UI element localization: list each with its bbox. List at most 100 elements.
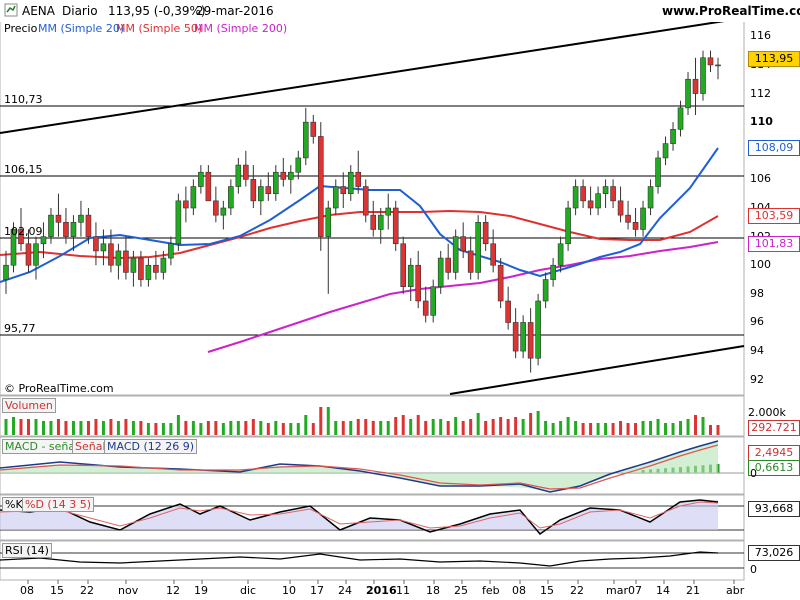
candle-body [3, 264, 9, 280]
stoch-label-d[interactable]: %D (14 3 5) [22, 497, 94, 512]
volume-bar [86, 421, 90, 435]
legend-ma200[interactable]: MM (Simple 200) [194, 22, 287, 35]
candle[interactable] [475, 215, 481, 280]
volume-bar [596, 423, 600, 435]
candle[interactable] [400, 236, 407, 294]
candle-body [700, 57, 706, 94]
candle[interactable] [317, 122, 324, 251]
volume-bar [626, 423, 630, 435]
candle-body [400, 243, 407, 287]
volume-bar [634, 423, 638, 435]
candle[interactable] [535, 293, 541, 366]
price-axis-label: 116 [750, 29, 771, 43]
x-axis-label: 15 [50, 584, 64, 597]
candle-body [168, 243, 174, 259]
ma20-price-tag: 108,09 [748, 140, 800, 156]
candle-body [430, 286, 437, 316]
candle-body [377, 214, 384, 230]
ma200-price-tag: 101,83 [748, 236, 800, 252]
candle[interactable] [700, 50, 706, 101]
period-label: Diario [62, 4, 98, 18]
candle-body [280, 171, 287, 180]
volume-bar [304, 415, 308, 435]
candle-body [407, 264, 414, 287]
candle-body [595, 193, 601, 209]
volume-bar [319, 407, 323, 435]
candle-body [422, 300, 429, 316]
candle-body [550, 264, 556, 280]
candle-body [640, 207, 646, 230]
volume-bar [694, 415, 698, 435]
volume-bar [244, 421, 248, 435]
volume-bar [334, 421, 338, 435]
volume-bar [536, 411, 540, 435]
volume-label[interactable]: Volumen [2, 398, 56, 413]
level-label-102: 102,09 [4, 225, 43, 238]
price-axis-label: 112 [750, 86, 771, 100]
volume-bar [401, 415, 405, 435]
candle-body [250, 179, 257, 202]
x-axis-label: 22 [570, 584, 584, 597]
candle-body [100, 243, 107, 252]
volume-bar [259, 421, 263, 435]
candle-body [115, 250, 122, 266]
volume-bar [49, 421, 53, 435]
candle-body [370, 214, 377, 230]
candle-body [295, 157, 302, 173]
volume-bar [589, 423, 593, 435]
candle[interactable] [452, 229, 459, 280]
candle[interactable] [175, 193, 182, 251]
volume-bar [161, 423, 165, 435]
volume-bar [124, 419, 128, 435]
legend-ma50[interactable]: MM (Simple 50) [116, 22, 202, 35]
candle-body [482, 222, 489, 245]
volume-bar [169, 423, 173, 435]
volume-bar [716, 425, 720, 435]
candle[interactable] [392, 200, 399, 251]
volume-bar [686, 419, 690, 435]
candle-body [325, 207, 332, 237]
volume-bar [139, 421, 143, 435]
brand-label[interactable]: www.ProRealTime.com [662, 4, 800, 18]
volume-bar [461, 421, 465, 435]
volume-bar [544, 421, 548, 435]
volume-bar [251, 419, 255, 435]
x-axis-label: 25 [454, 584, 468, 597]
volume-bar [709, 425, 713, 435]
candle-body [205, 171, 212, 202]
x-axis-label: 10 [282, 584, 296, 597]
candle-body [587, 200, 594, 209]
candle-body [490, 243, 496, 266]
last-price-label: 113,95 (-0,39%) [108, 4, 206, 18]
candle[interactable] [497, 258, 504, 309]
date-label: 29-mar-2016 [196, 4, 274, 18]
macd-label-diff[interactable]: MACD - señal [2, 439, 82, 454]
candle-body [258, 186, 264, 202]
candle-body [617, 200, 624, 216]
legend-ma20[interactable]: MM (Simple 20) [38, 22, 124, 35]
price-axis-label: 98 [750, 286, 764, 300]
volume-bar [296, 423, 300, 435]
volume-bar [79, 421, 83, 435]
candle-body [685, 78, 691, 109]
volume-bar [379, 421, 383, 435]
volume-bar [574, 421, 578, 435]
price-axis-label: 106 [750, 172, 771, 186]
candle[interactable] [565, 200, 571, 251]
volume-bar [476, 413, 480, 435]
volume-bar [701, 417, 705, 435]
volume-bar [221, 423, 225, 435]
candle-body [692, 78, 699, 94]
volume-bar [416, 415, 420, 435]
volume-bar [424, 421, 428, 435]
rsi-label[interactable]: RSI (14) [2, 543, 52, 558]
volume-bar [671, 423, 675, 435]
level-label-106: 106,15 [4, 163, 43, 176]
volume-bar [349, 421, 353, 435]
candle-body [243, 164, 249, 180]
candle-body [70, 222, 77, 237]
candle-body [475, 222, 481, 273]
legend-price[interactable]: Precio [4, 22, 37, 35]
menu-icon[interactable] [4, 3, 18, 20]
macd-label-main[interactable]: MACD (12 26 9) [104, 439, 198, 454]
